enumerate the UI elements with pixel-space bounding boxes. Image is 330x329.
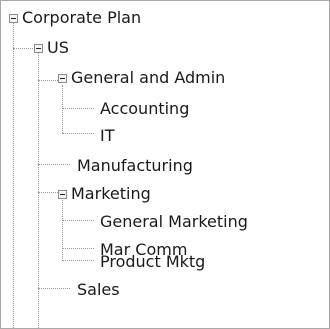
tree-node-label: General and Admin bbox=[71, 68, 226, 87]
tree-node-general-and-admin[interactable]: General and Admin bbox=[1, 65, 329, 94]
tree-node-label: Manufacturing bbox=[77, 156, 193, 175]
collapse-toggle-icon[interactable] bbox=[34, 44, 43, 53]
tree-node-label: General Marketing bbox=[100, 212, 248, 231]
tree-node-general-marketing[interactable]: General Marketing bbox=[1, 209, 329, 238]
tree-node-label: Sales bbox=[77, 280, 120, 299]
collapse-toggle-icon[interactable] bbox=[9, 14, 18, 23]
tree-node-label: Product Mktg bbox=[100, 252, 206, 271]
tree-node-corporate-plan[interactable]: Corporate Plan bbox=[1, 5, 329, 34]
tree-node-accounting[interactable]: Accounting bbox=[1, 96, 329, 125]
tree-node-sales[interactable]: Sales bbox=[1, 277, 329, 306]
tree-node-marketing[interactable]: Marketing bbox=[1, 181, 329, 210]
tree-node-manufacturing[interactable]: Manufacturing bbox=[1, 153, 329, 182]
tree-node-product-mktg[interactable]: Product Mktg bbox=[1, 249, 329, 278]
tree-node-label: Marketing bbox=[71, 184, 151, 203]
collapse-toggle-icon[interactable] bbox=[58, 190, 67, 199]
collapse-toggle-icon[interactable] bbox=[58, 74, 67, 83]
tree-view: Corporate Plan US General and Admin Acco… bbox=[0, 0, 330, 329]
tree-node-label: IT bbox=[100, 126, 115, 145]
tree-node-label: Corporate Plan bbox=[22, 8, 142, 27]
tree-node-us[interactable]: US bbox=[1, 35, 329, 64]
tree-node-label: US bbox=[47, 38, 69, 57]
tree-node-label: Accounting bbox=[100, 99, 190, 118]
tree-node-it[interactable]: IT bbox=[1, 123, 329, 152]
tree-container: Corporate Plan US General and Admin Acco… bbox=[1, 1, 329, 328]
